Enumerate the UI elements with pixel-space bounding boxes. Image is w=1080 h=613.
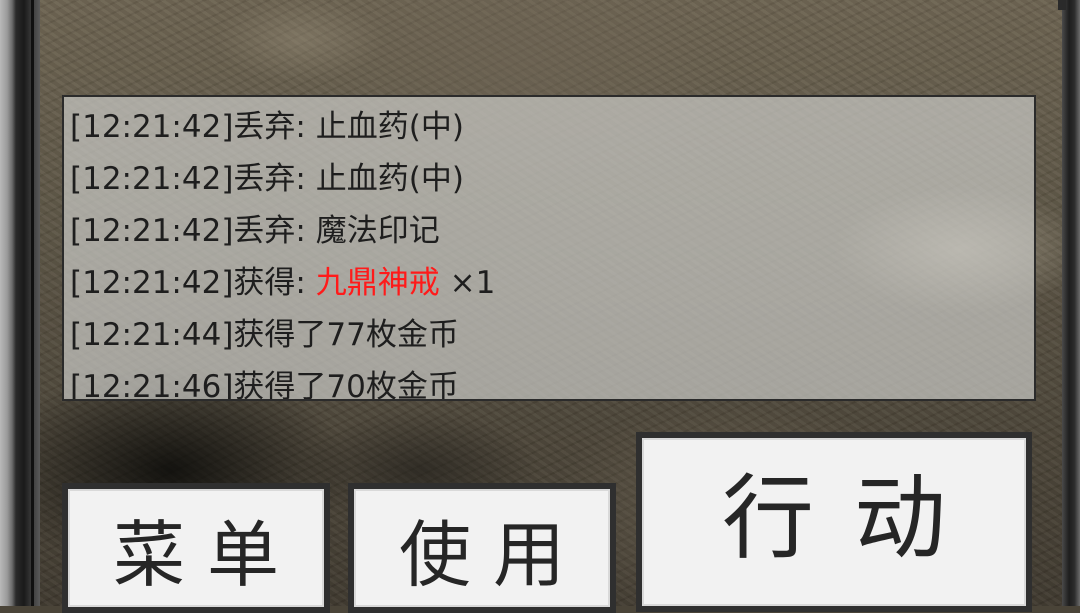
log-line: [12:21:46]获得了70枚金币 (70, 361, 459, 401)
log-line: [12:21:42]丢弃: 止血药(中) (70, 153, 464, 205)
log-time: [12:21:46] (70, 369, 234, 401)
log-time: [12:21:42] (70, 161, 234, 197)
menu-button-label: 菜单 (112, 512, 301, 597)
log-time: [12:21:44] (70, 317, 234, 353)
menu-button[interactable]: 菜单 (62, 483, 330, 613)
frame-notch (1058, 0, 1066, 10)
log-line: [12:21:42]获得: 九鼎神戒 ×1 (70, 257, 495, 309)
log-text: 丢弃: 止血药(中) (233, 161, 464, 197)
action-button[interactable]: 行动 (636, 432, 1032, 612)
log-time: [12:21:42] (70, 109, 234, 145)
log-text: 获得了70枚金币 (233, 369, 459, 401)
log-line: [12:21:42]丢弃: 魔法印记 (70, 205, 440, 257)
left-frame-bar (0, 0, 40, 606)
action-button-label: 行动 (721, 464, 986, 572)
log-time: [12:21:42] (70, 265, 234, 301)
log-text: 获得了77枚金币 (233, 317, 459, 353)
message-log[interactable]: [12:21:42]丢弃: 止血药(中) [12:21:42]丢弃: 止血药(中… (62, 95, 1036, 401)
use-button[interactable]: 使用 (348, 483, 616, 613)
right-frame-bar (1062, 0, 1080, 606)
log-time: [12:21:42] (70, 213, 234, 249)
log-text: 获得: (233, 265, 316, 301)
log-line: [12:21:42]丢弃: 止血药(中) (70, 101, 464, 153)
log-item-quantity: ×1 (439, 265, 496, 301)
log-line: [12:21:44]获得了77枚金币 (70, 309, 459, 361)
use-button-label: 使用 (398, 512, 587, 597)
log-item-name: 九鼎神戒 (315, 265, 440, 301)
log-text: 丢弃: 魔法印记 (233, 213, 440, 249)
log-text: 丢弃: 止血药(中) (233, 109, 464, 145)
